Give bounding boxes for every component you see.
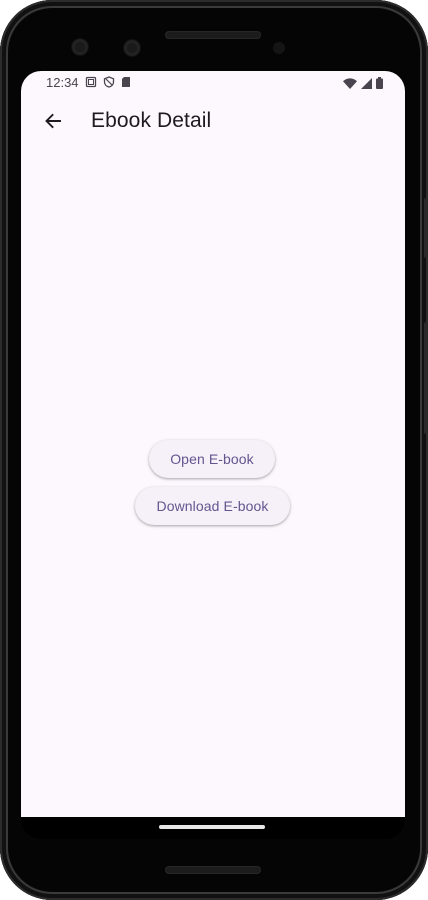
- front-camera-icon: [72, 39, 88, 55]
- arrow-back-icon: [45, 113, 61, 129]
- page-title: Ebook Detail: [91, 109, 212, 132]
- sd-card-icon: [122, 77, 130, 87]
- screenshot-icon: [85, 76, 97, 88]
- status-bar: 12:34: [21, 71, 405, 95]
- status-notification-icons: [85, 76, 131, 88]
- bottom-speaker: [165, 866, 261, 874]
- battery-icon: [376, 77, 383, 89]
- earpiece-speaker: [165, 31, 261, 39]
- proximity-sensor: [273, 42, 285, 54]
- status-system-icons: [343, 77, 383, 89]
- download-ebook-button[interactable]: Download E-book: [135, 487, 290, 525]
- volume-button: [424, 322, 428, 434]
- wifi-icon: [343, 77, 357, 89]
- app-bar: Ebook Detail: [21, 95, 405, 147]
- cell-signal-icon: [361, 77, 372, 89]
- home-indicator[interactable]: [159, 825, 265, 829]
- power-button: [424, 198, 428, 258]
- status-time: 12:34: [46, 75, 79, 90]
- open-ebook-button[interactable]: Open E-book: [149, 440, 275, 478]
- shield-icon: [103, 76, 115, 88]
- front-sensor-icon: [124, 40, 140, 56]
- app-screen: 12:34 Ebook Detail Open E-book Download …: [21, 71, 405, 817]
- back-button[interactable]: [33, 101, 73, 141]
